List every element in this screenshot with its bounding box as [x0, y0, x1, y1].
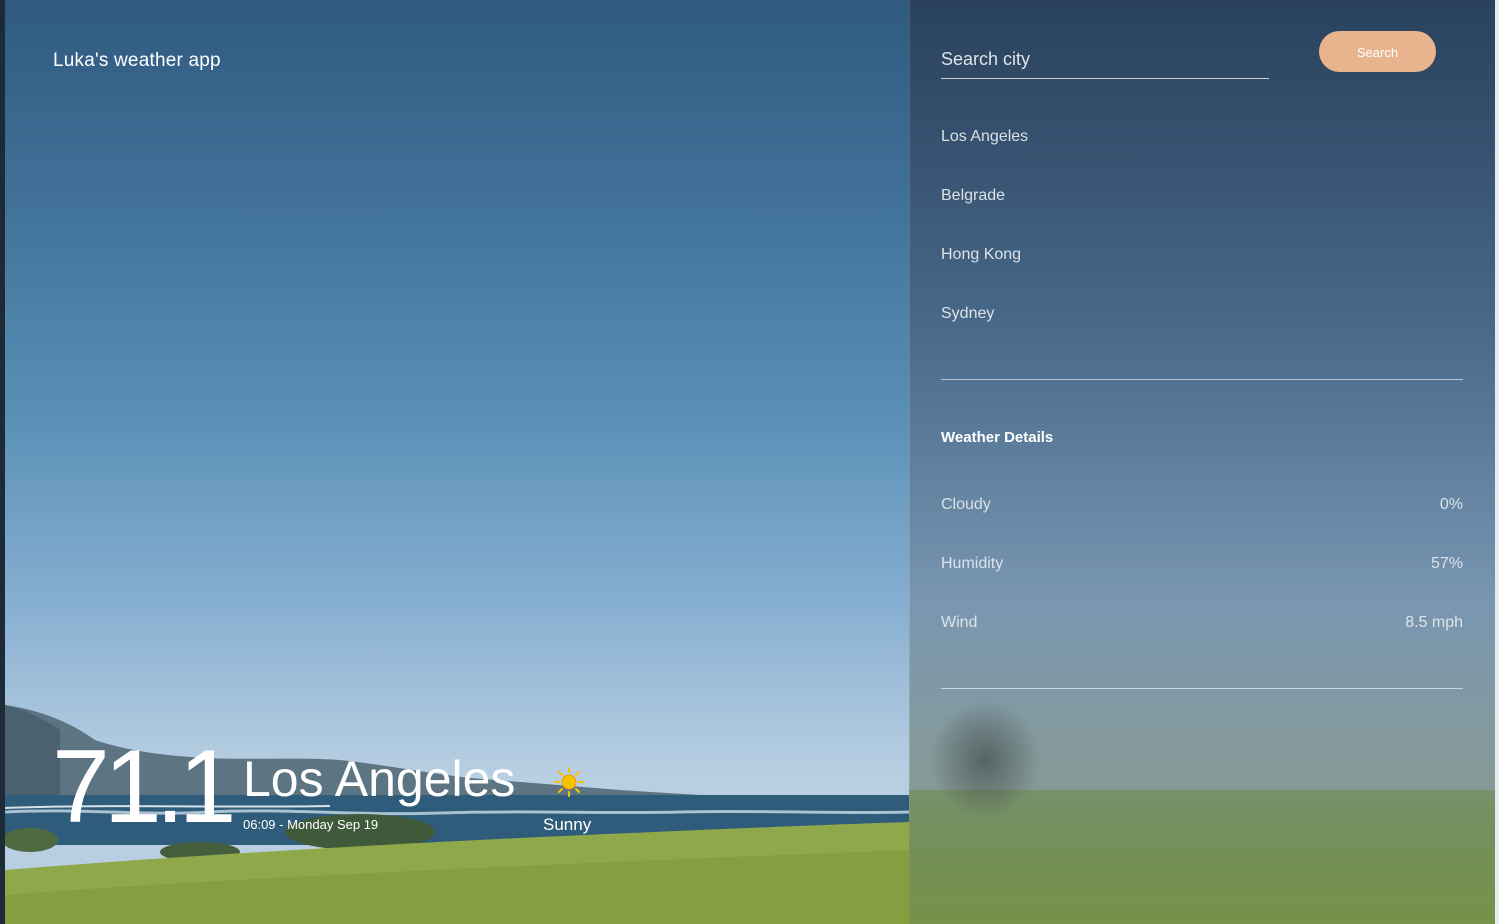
- window-edge-right: [1495, 0, 1499, 924]
- detail-value: 57%: [1430, 555, 1463, 572]
- city-list: Los Angeles Belgrade Hong Kong Sydney: [941, 127, 1028, 363]
- weather-app: Luka's weather app Search Los Angeles Be…: [0, 0, 1499, 924]
- city-item-belgrade[interactable]: Belgrade: [941, 186, 1028, 245]
- divider: [941, 379, 1463, 380]
- detail-row-wind: Wind 8.5 mph: [941, 614, 1463, 634]
- panel-background-figure: [930, 700, 1040, 820]
- current-datetime: 06:09 - Monday Sep 19: [243, 817, 379, 832]
- detail-row-humidity: Humidity 57%: [941, 555, 1463, 575]
- detail-row-cloudy: Cloudy 0%: [941, 496, 1463, 516]
- city-item-sydney[interactable]: Sydney: [941, 304, 1028, 363]
- weather-details-title: Weather Details: [941, 429, 1054, 446]
- window-edge: [0, 0, 5, 924]
- search-button[interactable]: Search: [1319, 31, 1436, 72]
- sun-icon: [554, 767, 584, 797]
- app-title: Luka's weather app: [53, 50, 221, 71]
- current-condition: Sunny: [543, 815, 592, 834]
- divider: [941, 688, 1463, 689]
- detail-label: Cloudy: [941, 496, 991, 513]
- search-input[interactable]: [941, 40, 1269, 79]
- city-item-los-angeles[interactable]: Los Angeles: [941, 127, 1028, 186]
- city-item-hong-kong[interactable]: Hong Kong: [941, 245, 1028, 304]
- current-temperature: 71.1: [52, 729, 236, 845]
- detail-label: Wind: [941, 614, 978, 631]
- detail-label: Humidity: [941, 555, 1004, 572]
- detail-value: 8.5 mph: [1405, 614, 1463, 631]
- current-city-name: Los Angeles: [243, 751, 516, 807]
- detail-value: 0%: [1439, 496, 1463, 513]
